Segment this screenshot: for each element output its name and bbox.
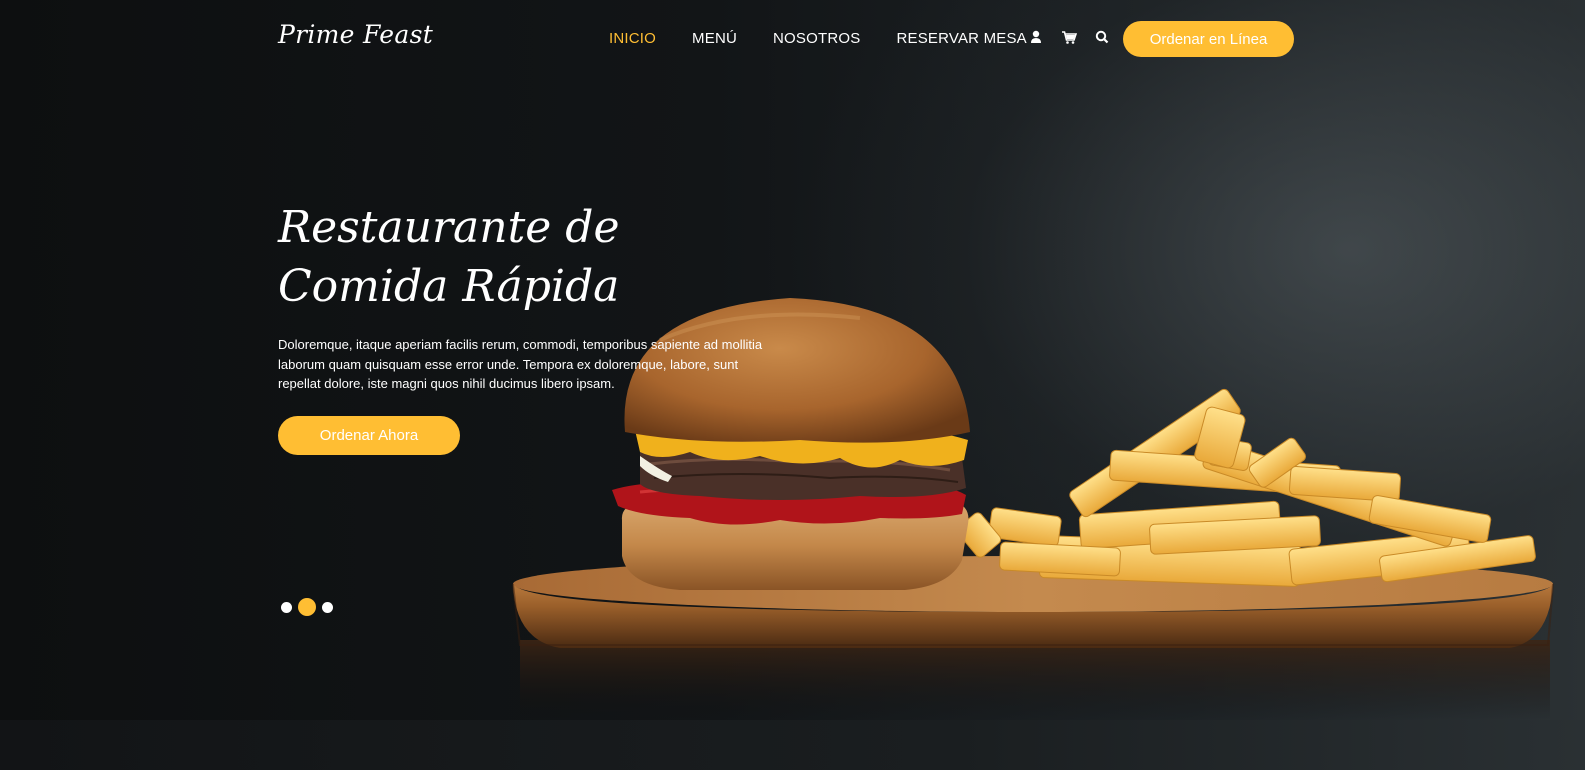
nav-icons xyxy=(1028,28,1110,46)
nav-item-reservar-mesa[interactable]: RESERVAR MESA xyxy=(896,30,1026,47)
carousel-indicators xyxy=(281,598,333,616)
hero-title: Restaurante de Comida Rápida xyxy=(278,202,620,312)
cart-icon[interactable] xyxy=(1061,28,1078,46)
hero-bottom-band xyxy=(0,720,1585,770)
carousel-dot-2[interactable] xyxy=(298,598,316,616)
brand-logo[interactable]: Prime Feast xyxy=(278,20,433,49)
carousel-dot-3[interactable] xyxy=(322,601,333,613)
order-online-button[interactable]: Ordenar en Línea xyxy=(1123,21,1294,57)
nav-item-nosotros[interactable]: NOSOTROS xyxy=(773,30,860,47)
hero-background xyxy=(0,0,1585,770)
nav-item-inicio[interactable]: INICIO xyxy=(609,30,656,47)
carousel-dot-1[interactable] xyxy=(281,601,292,613)
top-navigation: Prime Feast INICIO MENÚ NOSOTROS RESERVA… xyxy=(0,0,1585,78)
hero-description: Doloremque, itaque aperiam facilis rerum… xyxy=(278,337,763,391)
nav-item-menu[interactable]: MENÚ xyxy=(692,30,737,47)
user-icon[interactable] xyxy=(1028,28,1044,46)
order-now-button[interactable]: Ordenar Ahora xyxy=(278,416,460,455)
main-menu: INICIO MENÚ NOSOTROS RESERVAR MESA xyxy=(609,30,1027,47)
search-icon[interactable] xyxy=(1094,28,1110,46)
